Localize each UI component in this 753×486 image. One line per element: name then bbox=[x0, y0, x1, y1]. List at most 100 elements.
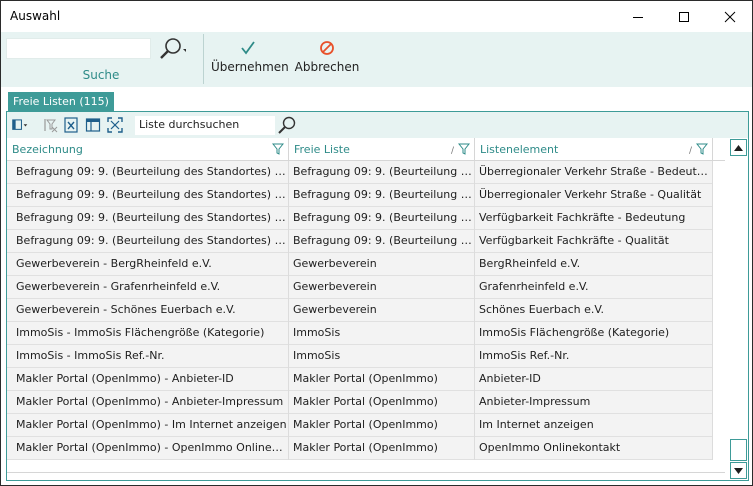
cell-freie-liste: Makler Portal (OpenImmo) bbox=[289, 391, 475, 414]
column-header-bezeichnung[interactable]: Bezeichnung bbox=[7, 138, 289, 161]
cell-listenelement: Überregionaler Verkehr Straße - Qualität bbox=[475, 184, 713, 207]
column-header-freie-liste[interactable]: Freie Liste ∕ bbox=[289, 138, 475, 161]
cancel-label: Abbrechen bbox=[294, 60, 360, 74]
apply-label: Übernehmen bbox=[211, 60, 289, 74]
grid-bottom-line bbox=[7, 472, 725, 473]
table-row[interactable]: Befragung 09: 9. (Beurteilung des Stando… bbox=[7, 207, 713, 230]
cell-freie-liste: ImmoSis bbox=[289, 322, 475, 345]
search-button[interactable] bbox=[156, 37, 189, 61]
column-header-label: Bezeichnung bbox=[12, 143, 83, 156]
cell-listenelement: BergRheinfeld e.V. bbox=[475, 253, 713, 276]
cell-freie-liste: Befragung 09: 9. (Beurteilung des Stando… bbox=[289, 230, 475, 253]
column-header-listenelement[interactable]: Listenelement ∕ bbox=[475, 138, 713, 161]
table-row[interactable]: Gewerbeverein - BergRheinfeld e.V. Gewer… bbox=[7, 253, 713, 276]
cell-listenelement: ImmoSis Ref.-Nr. bbox=[475, 345, 713, 368]
cell-freie-liste: Befragung 09: 9. (Beurteilung des Stando… bbox=[289, 207, 475, 230]
expand-icon[interactable] bbox=[107, 117, 123, 133]
clear-filter-icon[interactable] bbox=[42, 117, 58, 133]
cell-bezeichnung: Makler Portal (OpenImmo) - OpenImmo Onli… bbox=[12, 437, 289, 460]
cell-freie-liste: Befragung 09: 9. (Beurteilung des Stando… bbox=[289, 184, 475, 207]
cell-bezeichnung: Makler Portal (OpenImmo) - Im Internet a… bbox=[12, 414, 289, 437]
cell-bezeichnung: Gewerbeverein - Grafenrheinfeld e.V. bbox=[12, 276, 289, 299]
arrow-down-icon bbox=[734, 467, 743, 474]
edit-icon: ∕ bbox=[450, 146, 454, 156]
cell-listenelement: Im Internet anzeigen bbox=[475, 414, 713, 437]
cell-bezeichnung: Befragung 09: 9. (Beurteilung des Stando… bbox=[12, 184, 289, 207]
close-icon bbox=[724, 11, 735, 22]
layout-icon[interactable] bbox=[85, 117, 101, 133]
column-header-label: Freie Liste bbox=[294, 143, 350, 156]
column-chooser-icon[interactable] bbox=[12, 117, 28, 133]
cancel-button[interactable]: Abbrechen bbox=[293, 38, 361, 82]
table-row[interactable]: Makler Portal (OpenImmo) - OpenImmo Onli… bbox=[7, 437, 713, 460]
selection-window: Auswahl Suche Übernehmen Abbrechen Freie… bbox=[0, 0, 753, 486]
scroll-down-button[interactable] bbox=[730, 462, 747, 479]
vertical-scrollbar[interactable] bbox=[729, 138, 748, 480]
cell-listenelement: Verfügbarkeit Fachkräfte - Qualität bbox=[475, 230, 713, 253]
maximize-button[interactable] bbox=[661, 1, 706, 32]
cancel-icon bbox=[320, 41, 334, 55]
filter-icon[interactable] bbox=[696, 143, 708, 155]
table-row[interactable]: ImmoSis - ImmoSis Flächengröße (Kategori… bbox=[7, 322, 713, 345]
cell-listenelement: Verfügbarkeit Fachkräfte - Bedeutung bbox=[475, 207, 713, 230]
minimize-icon bbox=[632, 16, 643, 18]
scrollbar-thumb[interactable] bbox=[730, 439, 747, 461]
cell-bezeichnung: Befragung 09: 9. (Beurteilung des Stando… bbox=[12, 207, 289, 230]
cell-freie-liste: Befragung 09: 9. (Beurteilung des Stando… bbox=[289, 161, 475, 184]
check-icon bbox=[241, 41, 255, 55]
table-row[interactable]: Befragung 09: 9. (Beurteilung des Stando… bbox=[7, 230, 713, 253]
search-icon bbox=[278, 116, 296, 134]
table-row[interactable]: Makler Portal (OpenImmo) - Im Internet a… bbox=[7, 414, 713, 437]
list-search-button[interactable] bbox=[277, 115, 297, 135]
table-row[interactable]: Gewerbeverein - Grafenrheinfeld e.V. Gew… bbox=[7, 276, 713, 299]
cell-listenelement: Anbieter-ID bbox=[475, 368, 713, 391]
cell-bezeichnung: Befragung 09: 9. (Beurteilung des Stando… bbox=[12, 161, 289, 184]
ribbon: Suche Übernehmen Abbrechen bbox=[1, 32, 752, 87]
table-row[interactable]: ImmoSis - ImmoSis Ref.-Nr. ImmoSis ImmoS… bbox=[7, 345, 713, 368]
cell-bezeichnung: Makler Portal (OpenImmo) - Anbieter-Impr… bbox=[12, 391, 289, 414]
table-row[interactable]: Gewerbeverein - Schönes Euerbach e.V. Ge… bbox=[7, 299, 713, 322]
list-search-input[interactable]: Liste durchsuchen bbox=[135, 116, 275, 135]
scroll-up-button[interactable] bbox=[730, 139, 747, 156]
grid-header: Bezeichnung Freie Liste ∕ Listenelement … bbox=[7, 138, 725, 161]
cell-freie-liste: Makler Portal (OpenImmo) bbox=[289, 414, 475, 437]
cell-listenelement: Schönes Euerbach e.V. bbox=[475, 299, 713, 322]
list-panel: Liste durchsuchen Bezeichnung Freie List… bbox=[6, 111, 749, 481]
window-title: Auswahl bbox=[10, 9, 61, 23]
cell-bezeichnung: Gewerbeverein - BergRheinfeld e.V. bbox=[12, 253, 289, 276]
data-grid: Bezeichnung Freie Liste ∕ Listenelement … bbox=[7, 138, 725, 472]
cell-freie-liste: Gewerbeverein bbox=[289, 299, 475, 322]
table-row[interactable]: Makler Portal (OpenImmo) - Anbieter-Impr… bbox=[7, 391, 713, 414]
cell-listenelement: Überregionaler Verkehr Straße - Bedeutun… bbox=[475, 161, 713, 184]
table-row[interactable]: Befragung 09: 9. (Beurteilung des Stando… bbox=[7, 184, 713, 207]
cell-listenelement: OpenImmo Onlinekontakt bbox=[475, 437, 713, 460]
excel-export-icon[interactable] bbox=[63, 117, 79, 133]
cell-freie-liste: Makler Portal (OpenImmo) bbox=[289, 368, 475, 391]
cell-listenelement: ImmoSis Flächengröße (Kategorie) bbox=[475, 322, 713, 345]
apply-button[interactable]: Übernehmen bbox=[211, 38, 289, 82]
title-bar: Auswahl bbox=[1, 1, 752, 32]
minimize-button[interactable] bbox=[615, 1, 660, 32]
search-group-label: Suche bbox=[82, 68, 120, 82]
table-row[interactable]: Makler Portal (OpenImmo) - Anbieter-ID M… bbox=[7, 368, 713, 391]
cell-freie-liste: Makler Portal (OpenImmo) bbox=[289, 437, 475, 460]
cell-bezeichnung: Gewerbeverein - Schönes Euerbach e.V. bbox=[12, 299, 289, 322]
edit-icon: ∕ bbox=[688, 146, 692, 156]
search-icon bbox=[160, 38, 189, 59]
list-toolbar: Liste durchsuchen bbox=[7, 112, 748, 138]
table-row[interactable]: Befragung 09: 9. (Beurteilung des Stando… bbox=[7, 161, 713, 184]
cell-freie-liste: Gewerbeverein bbox=[289, 253, 475, 276]
cell-freie-liste: ImmoSis bbox=[289, 345, 475, 368]
tab-free-lists[interactable]: Freie Listen (115) bbox=[8, 92, 114, 111]
cell-bezeichnung: Makler Portal (OpenImmo) - Anbieter-ID bbox=[12, 368, 289, 391]
search-input[interactable] bbox=[6, 38, 151, 59]
close-button[interactable] bbox=[707, 1, 752, 32]
filter-icon[interactable] bbox=[272, 143, 284, 155]
cell-bezeichnung: ImmoSis - ImmoSis Flächengröße (Kategori… bbox=[12, 322, 289, 345]
arrow-up-icon bbox=[734, 144, 743, 151]
cell-listenelement: Anbieter-Impressum bbox=[475, 391, 713, 414]
column-header-label: Listenelement bbox=[480, 143, 559, 156]
filter-icon[interactable] bbox=[458, 143, 470, 155]
cell-bezeichnung: ImmoSis - ImmoSis Ref.-Nr. bbox=[12, 345, 289, 368]
cell-listenelement: Grafenrheinfeld e.V. bbox=[475, 276, 713, 299]
